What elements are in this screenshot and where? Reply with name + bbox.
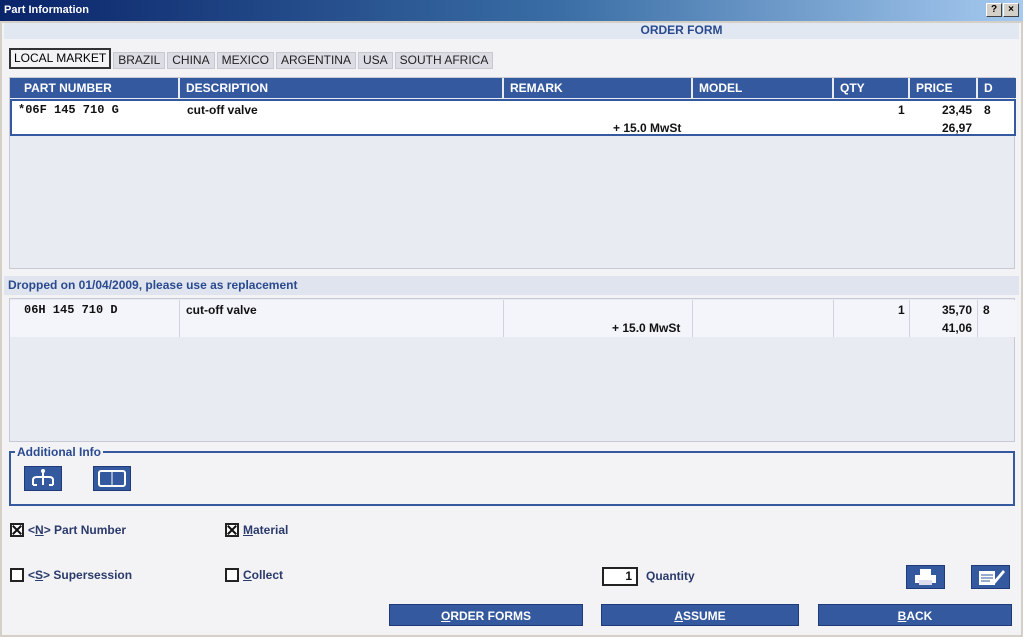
- back-button[interactable]: BACK: [818, 604, 1012, 626]
- part-number-option[interactable]: < N > Part Number: [10, 523, 126, 537]
- market-tabs: LOCAL MARKET BRAZIL CHINA MEXICO ARGENTI…: [9, 47, 495, 69]
- order-forms-button[interactable]: ORDER FORMS: [389, 604, 583, 626]
- window-title: Part Information: [4, 4, 89, 16]
- replacement-qty: 1: [898, 303, 905, 317]
- replacement-d: 8: [983, 303, 990, 317]
- supersession-option[interactable]: < S > Supersession: [10, 568, 132, 582]
- d-cell: 8: [984, 103, 991, 117]
- grid-header: PART NUMBER DESCRIPTION REMARK MODEL QTY…: [10, 78, 1016, 98]
- replacement-price: 35,70: [942, 303, 973, 317]
- supersession-checkbox[interactable]: [10, 568, 24, 582]
- column-description[interactable]: DESCRIPTION: [180, 78, 504, 98]
- column-qty[interactable]: QTY: [834, 78, 910, 98]
- tab-argentina[interactable]: ARGENTINA: [275, 52, 356, 69]
- print-icon[interactable]: [906, 565, 945, 589]
- tab-usa[interactable]: USA: [357, 52, 393, 69]
- description-cell: cut-off valve: [187, 103, 258, 117]
- replacement-tax-note: + 15.0 MwSt: [612, 321, 681, 335]
- replacement-price-with-tax: 41,06: [942, 321, 973, 335]
- material-option[interactable]: Material: [225, 523, 288, 537]
- column-d[interactable]: D: [978, 78, 1016, 98]
- title-bar: Part Information ? ×: [0, 0, 1023, 21]
- column-part-number[interactable]: PART NUMBER: [10, 78, 180, 98]
- table-row-replacement[interactable]: 06H 145 710 D cut-off valve 1 35,70 8 + …: [10, 300, 1016, 337]
- part-number-checkbox[interactable]: [10, 523, 24, 537]
- quantity-input[interactable]: 1: [602, 567, 638, 586]
- part-number-cell: *06F 145 710 G: [18, 103, 119, 117]
- close-button[interactable]: ×: [1003, 3, 1019, 17]
- edit-note-icon[interactable]: [971, 565, 1010, 589]
- tab-south-africa[interactable]: SOUTH AFRICA: [394, 52, 494, 69]
- replacement-grid: 06H 145 710 D cut-off valve 1 35,70 8 + …: [9, 298, 1016, 442]
- tax-note: + 15.0 MwSt: [613, 121, 682, 135]
- additional-info-box: [9, 451, 1015, 506]
- tab-brazil[interactable]: BRAZIL: [113, 52, 166, 69]
- collect-option[interactable]: Collect: [225, 568, 283, 582]
- parts-grid: PART NUMBER DESCRIPTION REMARK MODEL QTY…: [9, 77, 1016, 269]
- tab-mexico[interactable]: MEXICO: [216, 52, 274, 69]
- tab-china[interactable]: CHINA: [167, 52, 215, 69]
- material-checkbox[interactable]: [225, 523, 239, 537]
- help-button[interactable]: ?: [986, 3, 1002, 17]
- column-price[interactable]: PRICE: [910, 78, 978, 98]
- dropped-message: Dropped on 01/04/2009, please use as rep…: [4, 276, 1019, 295]
- order-form-header: ORDER FORM: [4, 21, 1019, 39]
- table-row-selected[interactable]: *06F 145 710 G cut-off valve 1 23,45 8 +…: [10, 99, 1016, 136]
- replacement-part-number: 06H 145 710 D: [24, 303, 118, 317]
- price-with-tax: 26,97: [942, 121, 973, 135]
- additional-info-label: Additional Info: [15, 445, 103, 459]
- book-icon[interactable]: [93, 466, 131, 491]
- hierarchy-icon[interactable]: [24, 466, 62, 491]
- assume-button[interactable]: ASSUME: [601, 604, 799, 626]
- qty-cell: 1: [898, 103, 905, 117]
- collect-checkbox[interactable]: [225, 568, 239, 582]
- tab-local-market[interactable]: LOCAL MARKET: [9, 48, 112, 69]
- quantity-label: Quantity: [646, 569, 695, 583]
- column-remark[interactable]: REMARK: [504, 78, 693, 98]
- replacement-description: cut-off valve: [186, 303, 257, 317]
- column-model[interactable]: MODEL: [693, 78, 834, 98]
